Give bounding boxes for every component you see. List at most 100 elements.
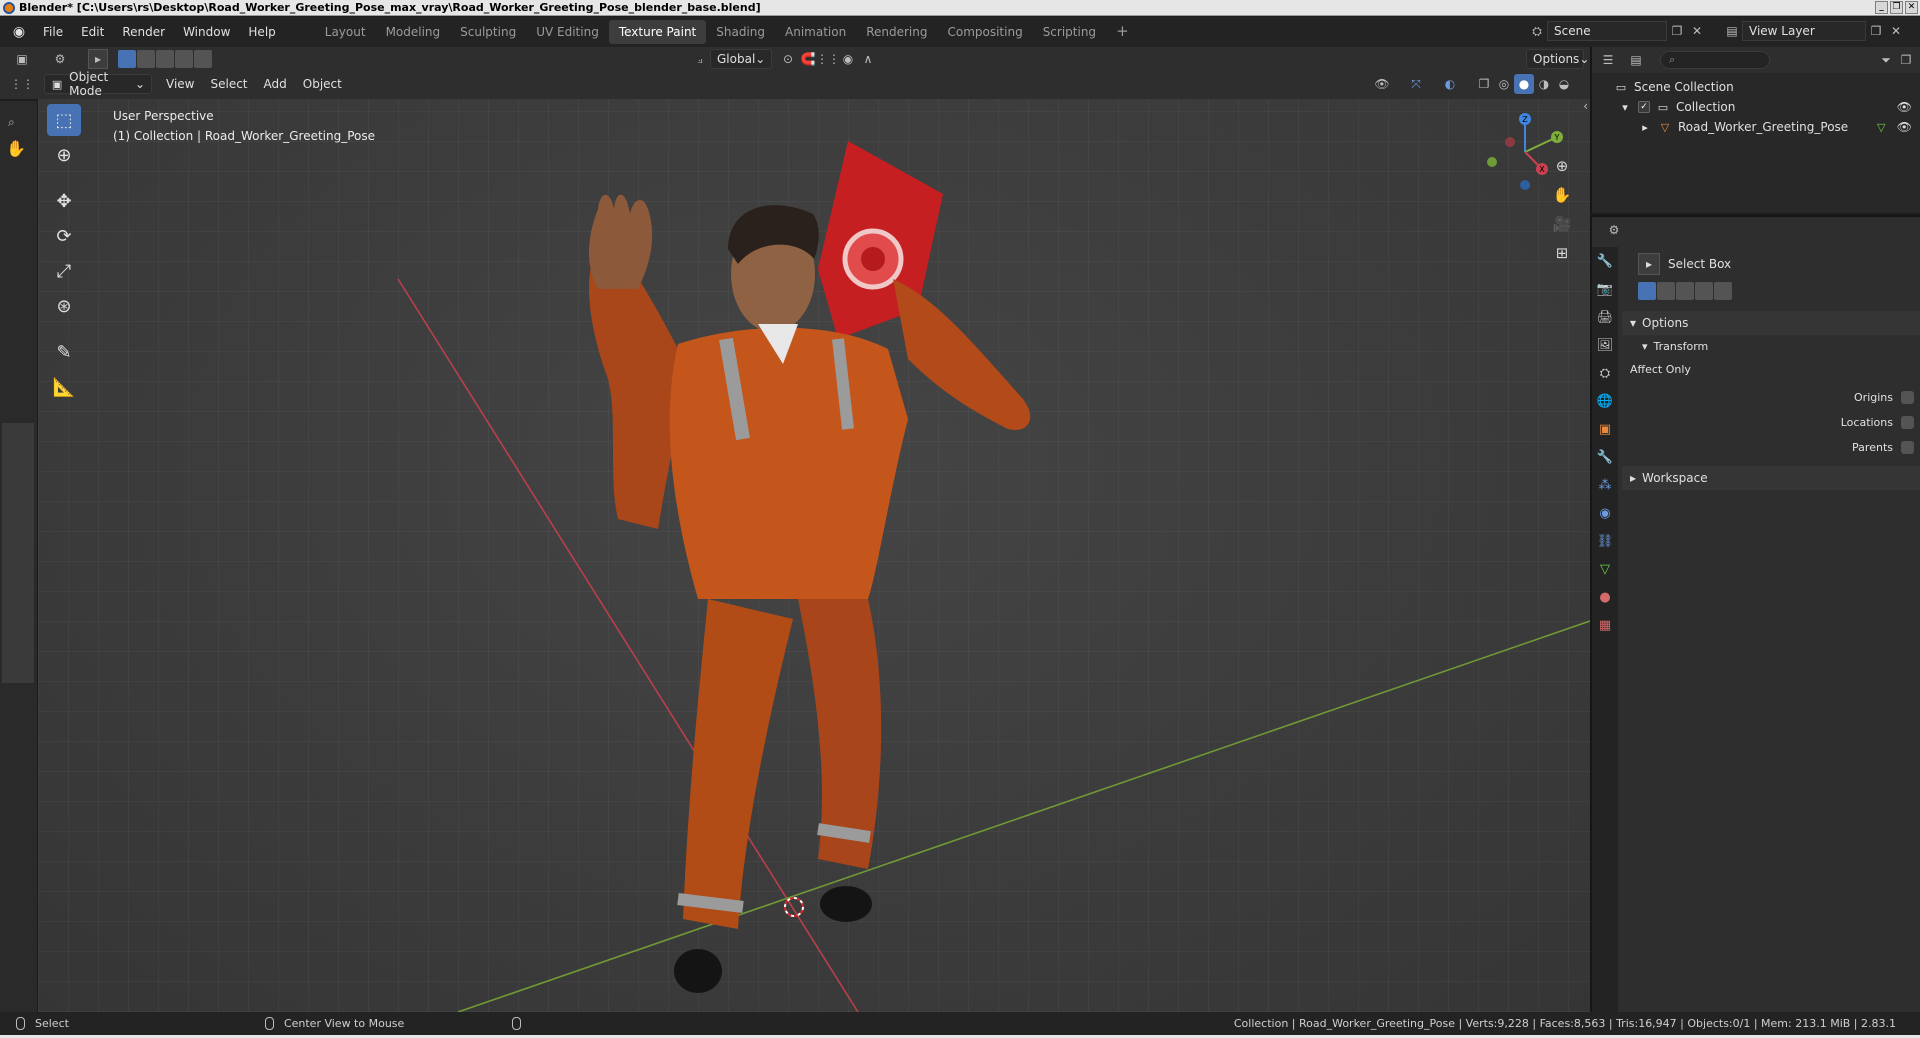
region-scrollbar[interactable] — [2, 423, 34, 683]
editor-type-icon[interactable]: ▣ — [12, 49, 32, 69]
outliner-editor-icon[interactable]: ☰ — [1598, 50, 1618, 70]
menu-render[interactable]: Render — [113, 22, 174, 42]
new-collection-icon[interactable]: ❐ — [1896, 50, 1916, 70]
camera-icon[interactable]: 🎥 — [1548, 210, 1576, 238]
tool-tab-icon[interactable]: 🔧 — [1592, 247, 1618, 275]
select-subtract-icon[interactable] — [1676, 282, 1694, 300]
annotate-tool-icon[interactable]: ✎ — [47, 336, 81, 368]
tab-compositing[interactable]: Compositing — [937, 20, 1032, 44]
proportional-edit-icon[interactable]: ◉ — [838, 49, 858, 69]
select-new-icon[interactable] — [118, 50, 136, 68]
neg-z-axis-handle[interactable] — [1520, 180, 1530, 190]
tab-texture-paint[interactable]: Texture Paint — [608, 20, 707, 44]
visibility-eye-icon[interactable]: 👁 — [1897, 120, 1912, 134]
collapse-arrow-icon[interactable]: ‹ — [1583, 99, 1588, 113]
particles-tab-icon[interactable]: ⁂ — [1592, 471, 1618, 499]
select-new-icon[interactable] — [1638, 282, 1656, 300]
solid-shading-icon[interactable]: ● — [1514, 74, 1534, 94]
mode-dropdown[interactable]: ▣ Object Mode ⌄ — [44, 70, 152, 98]
mesh-data-tab-icon[interactable]: ▽ — [1592, 555, 1618, 583]
outliner-search-input[interactable]: ⌕ — [1660, 51, 1770, 69]
neg-x-axis-handle[interactable] — [1505, 137, 1515, 147]
expand-arrow-icon[interactable]: ▸ — [1638, 120, 1652, 134]
hand-icon[interactable]: ✋ — [6, 139, 26, 158]
menu-edit[interactable]: Edit — [72, 22, 113, 42]
tab-uv-editing[interactable]: UV Editing — [526, 20, 609, 44]
measure-tool-icon[interactable]: 📐 — [47, 371, 81, 403]
snap-icon[interactable]: 🧲 — [798, 49, 818, 69]
gizmo-icon[interactable]: ⤧ — [1406, 74, 1426, 94]
grid-view-icon[interactable]: ⊞ — [1548, 239, 1576, 267]
select-intersect-icon[interactable] — [1714, 282, 1732, 300]
search-icon[interactable]: ⌕ — [8, 115, 15, 130]
menu-window[interactable]: Window — [174, 22, 239, 42]
cursor-tool-icon[interactable]: ⊕ — [47, 139, 81, 171]
menu-object[interactable]: Object — [295, 75, 350, 93]
select-invert-icon[interactable] — [175, 50, 193, 68]
world-tab-icon[interactable]: 🌐 — [1592, 387, 1618, 415]
scene-tab-icon[interactable]: ⛭ — [1592, 359, 1618, 387]
tab-layout[interactable]: Layout — [315, 20, 376, 44]
parents-checkbox[interactable] — [1901, 441, 1914, 454]
transform-orientation-dropdown[interactable]: Global ⌄ — [710, 49, 772, 69]
snap-target-icon[interactable]: ⋮⋮ — [816, 49, 840, 69]
properties-editor-icon[interactable]: ⚙ — [1604, 220, 1624, 240]
scale-tool-icon[interactable]: ⤢ — [47, 255, 81, 287]
overlay-icon[interactable]: ◐ — [1440, 74, 1460, 94]
neg-y-axis-handle[interactable] — [1487, 157, 1497, 167]
blender-menu-icon[interactable]: ◉ — [10, 23, 28, 41]
object-tab-icon[interactable]: ▣ — [1592, 415, 1618, 443]
constraints-tab-icon[interactable]: ⛓ — [1592, 527, 1618, 555]
view-layer-icon[interactable]: ▤ — [1722, 21, 1742, 41]
menu-add[interactable]: Add — [256, 75, 295, 93]
delete-view-layer-icon[interactable]: ✕ — [1886, 21, 1906, 41]
tool-settings-icon[interactable]: ⚙ — [50, 49, 70, 69]
view-layer-field[interactable]: View Layer — [1742, 21, 1866, 41]
visibility-icon[interactable]: 👁 — [1372, 74, 1392, 94]
select-invert-icon[interactable] — [1695, 282, 1713, 300]
zoom-icon[interactable]: ⊕ — [1548, 152, 1576, 180]
delete-scene-icon[interactable]: ✕ — [1687, 21, 1707, 41]
select-extend-icon[interactable] — [1657, 282, 1675, 300]
material-tab-icon[interactable]: ● — [1592, 583, 1618, 611]
tab-rendering[interactable]: Rendering — [856, 20, 937, 44]
menu-file[interactable]: File — [34, 22, 72, 42]
transform-tool-icon[interactable]: ⊛ — [47, 290, 81, 322]
tab-sculpting[interactable]: Sculpting — [450, 20, 526, 44]
menu-view[interactable]: View — [158, 75, 202, 93]
tab-modeling[interactable]: Modeling — [376, 20, 451, 44]
3d-viewport[interactable]: User Perspective (1) Collection | Road_W… — [38, 99, 1590, 1012]
select-intersect-icon[interactable] — [194, 50, 212, 68]
render-tab-icon[interactable]: 📷 — [1592, 275, 1618, 303]
select-box-tool-icon[interactable]: ▸ — [88, 49, 108, 69]
falloff-icon[interactable]: ∧ — [858, 49, 878, 69]
modifier-tab-icon[interactable]: 🔧 — [1592, 443, 1618, 471]
output-tab-icon[interactable]: 🖨 — [1592, 303, 1618, 331]
outliner-row-object[interactable]: ▸ ▽ Road_Worker_Greeting_Pose ▽ 👁 — [1592, 117, 1920, 137]
scene-icon[interactable]: ⛭ — [1527, 21, 1547, 41]
pan-hand-icon[interactable]: ✋ — [1548, 181, 1576, 209]
add-workspace-button[interactable]: + — [1106, 20, 1139, 44]
tab-animation[interactable]: Animation — [775, 20, 856, 44]
move-tool-icon[interactable]: ✥ — [47, 185, 81, 217]
filter-icon[interactable]: ⏷ — [1876, 50, 1896, 70]
rotate-tool-icon[interactable]: ⟳ — [47, 220, 81, 252]
locations-checkbox[interactable] — [1901, 416, 1914, 429]
wireframe-shading-icon[interactable]: ◎ — [1494, 74, 1514, 94]
outliner-row-scene-collection[interactable]: ▭ Scene Collection — [1592, 77, 1920, 97]
3d-cursor-icon[interactable] — [784, 897, 804, 917]
outliner-row-collection[interactable]: ▾ ✓ ▭ Collection 👁 — [1592, 97, 1920, 117]
workspace-section-header[interactable]: ▸ Workspace — [1622, 466, 1920, 490]
origins-checkbox[interactable] — [1901, 391, 1914, 404]
xray-icon[interactable]: ❐ — [1474, 74, 1494, 94]
include-checkbox[interactable]: ✓ — [1638, 101, 1650, 113]
maximize-button[interactable]: ❐ — [1890, 1, 1903, 14]
menu-help[interactable]: Help — [239, 22, 284, 42]
close-button[interactable]: ✕ — [1905, 1, 1918, 14]
options-dropdown[interactable]: Options ⌄ — [1526, 49, 1589, 69]
minimize-button[interactable]: _ — [1875, 1, 1888, 14]
rendered-shading-icon[interactable]: ◒ — [1554, 74, 1574, 94]
texture-tab-icon[interactable]: ▦ — [1592, 611, 1618, 639]
physics-tab-icon[interactable]: ◉ — [1592, 499, 1618, 527]
visibility-eye-icon[interactable]: 👁 — [1897, 100, 1912, 114]
